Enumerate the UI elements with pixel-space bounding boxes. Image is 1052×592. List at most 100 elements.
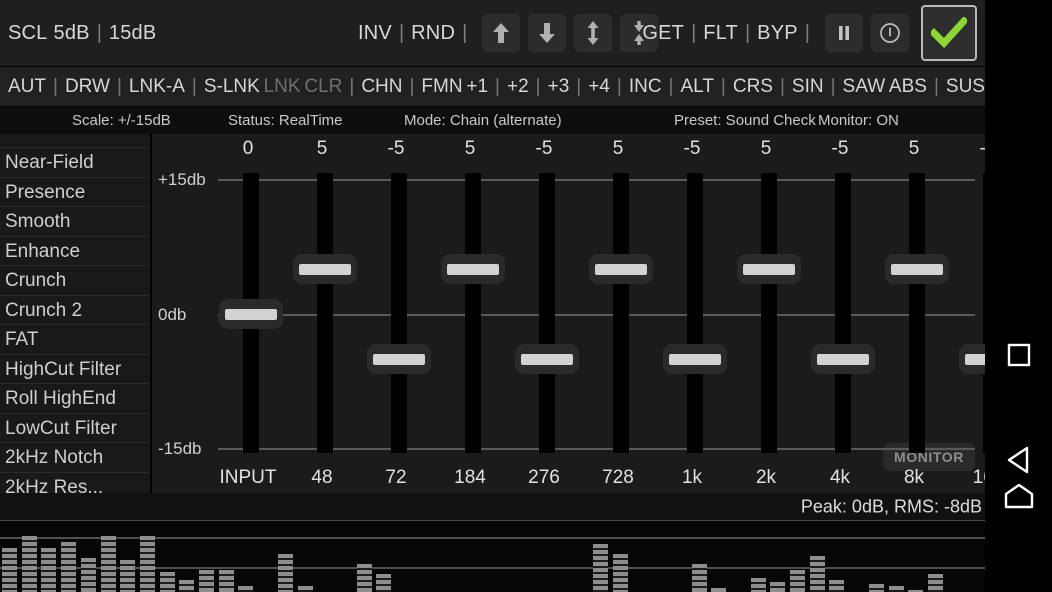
toolbar2-item--4[interactable]: +4: [588, 76, 610, 98]
toolbar2-item-inc[interactable]: INC: [629, 76, 662, 98]
eq-band-track[interactable]: [687, 173, 703, 453]
eq-band-thumb[interactable]: [219, 299, 283, 329]
eq-band-slider[interactable]: 0INPUT: [220, 134, 276, 493]
preset-item[interactable]: Crunch 2: [0, 296, 150, 326]
preset-item[interactable]: Presence: [0, 178, 150, 208]
inv-button[interactable]: INV: [358, 22, 392, 45]
toolbar2-item-sin[interactable]: SIN: [792, 76, 824, 98]
get-button[interactable]: GET: [642, 22, 684, 45]
preset-item[interactable]: Smooth: [0, 207, 150, 237]
byp-button[interactable]: BYP: [757, 22, 798, 45]
eq-band-frequency-label: INPUT: [214, 467, 282, 489]
eq-band-slider[interactable]: -54k: [812, 134, 868, 493]
toolbar2-item--3[interactable]: +3: [548, 76, 570, 98]
preset-item[interactable]: 2kHz Notch: [0, 443, 150, 473]
preset-item[interactable]: Near-Field: [0, 148, 150, 178]
eq-band-thumb[interactable]: [367, 344, 431, 374]
eq-band-thumb[interactable]: [737, 254, 801, 284]
preset-item[interactable]: Crunch: [0, 266, 150, 296]
main-content: ClassicNear-FieldPresenceSmoothEnhanceCr…: [0, 134, 985, 493]
eq-band-thumb[interactable]: [959, 344, 985, 374]
toolbar2-item--1[interactable]: +1: [466, 76, 488, 98]
toolbar2-item-aut[interactable]: AUT: [8, 76, 46, 98]
spectrum-analyzer: [0, 521, 985, 592]
eq-band-value: -5: [812, 138, 868, 160]
preset-item[interactable]: FAT: [0, 325, 150, 355]
separator: |: [662, 76, 681, 98]
toolbar2-item-clr[interactable]: CLR: [304, 76, 342, 98]
confirm-button[interactable]: [921, 5, 977, 61]
eq-band-slider[interactable]: 5184: [442, 134, 498, 493]
eq-band-slider[interactable]: -572: [368, 134, 424, 493]
eq-band-track[interactable]: [391, 173, 407, 453]
eq-band-thumb[interactable]: [293, 254, 357, 284]
arrow-up-button[interactable]: [482, 14, 520, 52]
eq-band-track[interactable]: [317, 173, 333, 453]
toolbar2-item-abs[interactable]: ABS: [889, 76, 927, 98]
eq-band-track[interactable]: [835, 173, 851, 453]
toolbar2-item-drw[interactable]: DRW: [65, 76, 110, 98]
eq-band-track[interactable]: [465, 173, 481, 453]
preset-item[interactable]: 2kHz Res...: [0, 473, 150, 494]
eq-band-track[interactable]: [761, 173, 777, 453]
eq-band-slider[interactable]: 548: [294, 134, 350, 493]
toolbar2-item-alt[interactable]: ALT: [680, 76, 713, 98]
toolbar2-item-lnk-a[interactable]: LNK-A: [129, 76, 185, 98]
eq-thumb-grip: [299, 264, 351, 275]
spectrum-bar: [120, 560, 135, 592]
separator: |: [392, 22, 411, 45]
eq-band-thumb[interactable]: [515, 344, 579, 374]
arrow-up-down-button[interactable]: [574, 14, 612, 52]
eq-band-slider[interactable]: 52k: [738, 134, 794, 493]
eq-band-track[interactable]: [539, 173, 555, 453]
preset-item[interactable]: LowCut Filter: [0, 414, 150, 444]
scale-15db-button[interactable]: 15dB: [109, 22, 157, 45]
preset-item[interactable]: Roll HighEnd: [0, 384, 150, 414]
spectrum-bar: [2, 548, 17, 592]
spectrum-bar: [199, 570, 214, 592]
flt-button[interactable]: FLT: [703, 22, 738, 45]
status-mode: Mode: Chain (alternate): [404, 112, 562, 129]
toolbar2-item-fmn[interactable]: FMN: [421, 76, 462, 98]
toolbar2-item-crs[interactable]: CRS: [733, 76, 773, 98]
eq-band-thumb[interactable]: [885, 254, 949, 284]
spectrum-bar: [869, 584, 884, 592]
preset-sidebar[interactable]: ClassicNear-FieldPresenceSmoothEnhanceCr…: [0, 134, 152, 493]
eq-band-thumb[interactable]: [441, 254, 505, 284]
separator: |: [46, 76, 65, 98]
recents-button[interactable]: [985, 325, 1052, 385]
spectrum-bar: [711, 588, 726, 592]
toolbar2-item-s-lnk[interactable]: S-LNK: [204, 76, 260, 98]
status-monitor: Monitor: ON: [818, 112, 899, 129]
scale-5db-button[interactable]: 5dB: [54, 22, 90, 45]
eq-band-slider[interactable]: 58k: [886, 134, 942, 493]
preset-label: HighCut Filter: [5, 359, 121, 380]
spectrum-bar: [751, 578, 766, 592]
eq-band-slider[interactable]: -51k: [664, 134, 720, 493]
toolbar2-item-lnk[interactable]: LNK: [264, 76, 301, 98]
eq-band-track[interactable]: [613, 173, 629, 453]
arrow-down-button[interactable]: [528, 14, 566, 52]
eq-band-slider[interactable]: 5728: [590, 134, 646, 493]
eq-band-thumb[interactable]: [589, 254, 653, 284]
eq-band-slider[interactable]: -5276: [516, 134, 572, 493]
info-button[interactable]: [871, 14, 909, 52]
eq-band-track[interactable]: [909, 173, 925, 453]
eq-band-thumb[interactable]: [811, 344, 875, 374]
eq-band-frequency-label: 728: [584, 467, 652, 489]
rnd-button[interactable]: RND: [411, 22, 455, 45]
eq-band-slider[interactable]: -516k: [960, 134, 985, 493]
preset-item[interactable]: Enhance: [0, 237, 150, 267]
eq-band-value: -5: [516, 138, 572, 160]
toolbar2-item-sus[interactable]: SUS: [946, 76, 985, 98]
toolbar2-item-saw[interactable]: SAW: [843, 76, 886, 98]
back-button[interactable]: [985, 430, 1052, 490]
preset-item[interactable]: HighCut Filter: [0, 355, 150, 385]
preset-item[interactable]: Classic: [0, 134, 150, 148]
pause-button[interactable]: [825, 14, 863, 52]
scl-label[interactable]: SCL: [8, 22, 48, 45]
toolbar2-item-chn[interactable]: CHN: [361, 76, 402, 98]
eq-band-frequency-label: 16k: [954, 467, 985, 489]
eq-band-thumb[interactable]: [663, 344, 727, 374]
toolbar2-item--2[interactable]: +2: [507, 76, 529, 98]
